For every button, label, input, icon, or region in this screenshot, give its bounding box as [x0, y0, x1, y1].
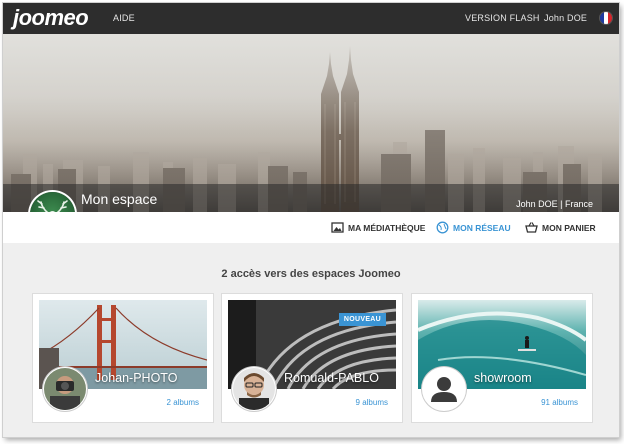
space-avatar — [422, 367, 466, 411]
space-card[interactable]: showroom 91 albums — [411, 293, 593, 423]
spaces-section: 2 accès vers des espaces Joomeo Johan-PH… — [3, 243, 619, 437]
album-count[interactable]: 9 albums — [356, 398, 388, 407]
new-badge: NOUVEAU — [338, 313, 386, 326]
space-name: Johan-PHOTO — [95, 371, 178, 385]
logo[interactable]: joomeo — [13, 6, 89, 30]
image-icon — [331, 222, 344, 233]
space-name: showroom — [474, 371, 532, 385]
album-count[interactable]: 2 albums — [167, 398, 199, 407]
album-count[interactable]: 91 albums — [541, 398, 578, 407]
photographer-avatar-image — [44, 368, 86, 410]
basket-icon — [525, 222, 538, 233]
man-avatar-image — [233, 368, 275, 410]
basket-label: MON PANIER — [542, 222, 596, 233]
flash-version-link[interactable]: VERSION FLASH — [465, 3, 540, 34]
help-link[interactable]: AIDE — [113, 3, 135, 34]
media-library-link[interactable]: MA MÉDIATHÈQUE — [331, 212, 425, 243]
network-link[interactable]: MON RÉSEAU — [436, 212, 511, 243]
space-card[interactable]: Johan-PHOTO 2 albums — [32, 293, 214, 423]
owner-location: John DOE | France — [516, 199, 593, 209]
section-heading: 2 accès vers des espaces Joomeo — [221, 268, 401, 280]
space-avatar — [43, 367, 87, 411]
space-card[interactable]: NOUVEAU Romuald-PABLO 9 albums — [221, 293, 403, 423]
space-title: Mon espace — [81, 191, 158, 207]
language-flag-icon[interactable] — [600, 12, 612, 24]
top-nav: joomeo AIDE VERSION FLASH John DOE — [3, 3, 619, 34]
space-avatar — [232, 367, 276, 411]
user-menu[interactable]: John DOE — [544, 3, 587, 34]
media-library-label: MA MÉDIATHÈQUE — [348, 222, 426, 233]
default-user-icon — [423, 368, 465, 410]
space-toolbar: MA MÉDIATHÈQUE MON RÉSEAU MON PANIER — [3, 212, 619, 244]
network-label: MON RÉSEAU — [453, 222, 511, 233]
basket-link[interactable]: MON PANIER — [525, 212, 596, 243]
app-window: joomeo AIDE VERSION FLASH John DOE Mon e… — [3, 3, 619, 437]
globe-network-icon — [436, 221, 449, 234]
hero-banner: Mon espace John DOE | France — [3, 34, 619, 212]
space-name: Romuald-PABLO — [284, 371, 379, 385]
